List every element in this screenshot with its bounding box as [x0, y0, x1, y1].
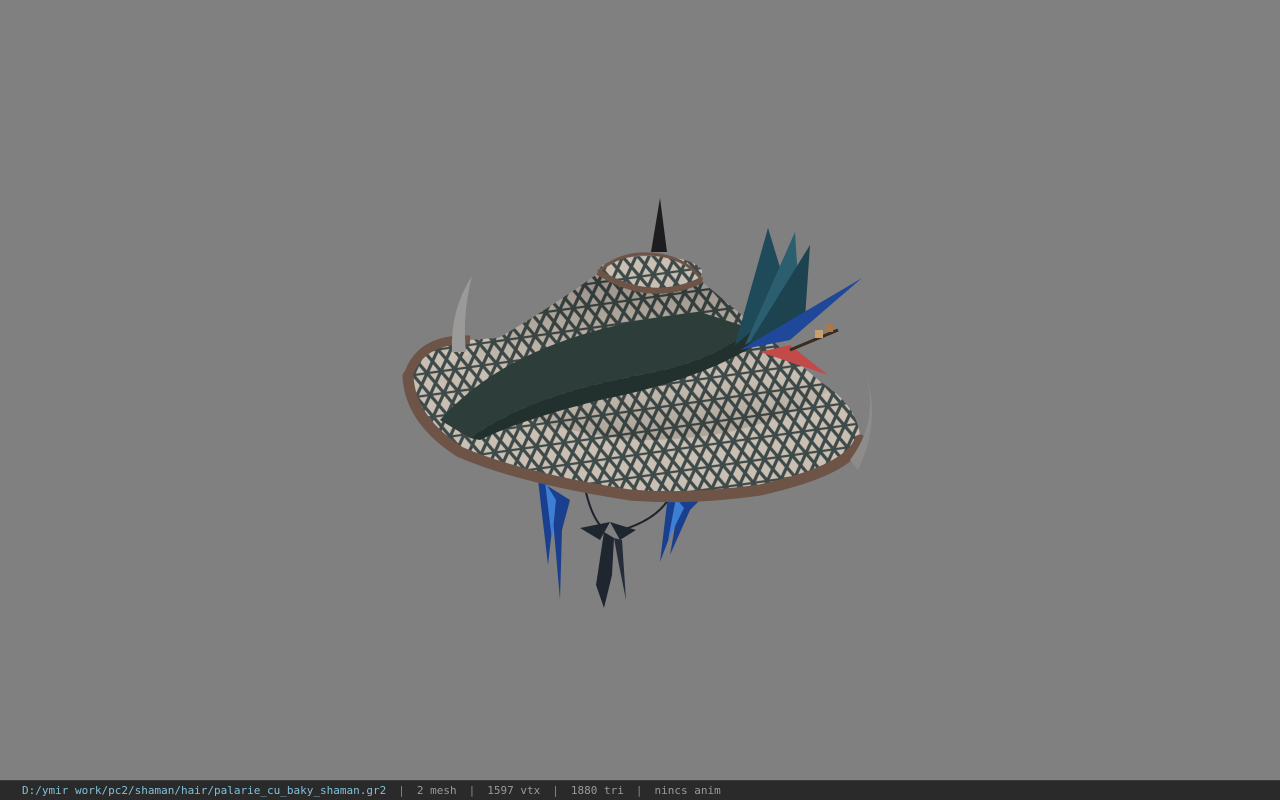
3d-viewport[interactable] — [0, 0, 1280, 780]
separator: | — [468, 784, 476, 797]
tassel-left — [538, 480, 570, 600]
hat-model — [402, 198, 873, 608]
status-bar: D:/ymir work/pc2/shaman/hair/palarie_cu_… — [0, 780, 1280, 800]
triangle-count-label: 1880 tri — [570, 784, 624, 797]
bow — [580, 522, 636, 608]
spike — [651, 198, 667, 252]
separator: | — [398, 784, 405, 797]
tassel-right — [660, 495, 700, 562]
file-path-label: D:/ymir work/pc2/shaman/hair/palarie_cu_… — [22, 784, 387, 797]
vertex-count-label: 1597 vtx — [487, 784, 541, 797]
separator: | — [552, 784, 559, 797]
separator: | — [635, 784, 643, 797]
mesh-count-label: 2 mesh — [416, 784, 457, 797]
animation-status-label: nincs anim — [654, 784, 721, 797]
